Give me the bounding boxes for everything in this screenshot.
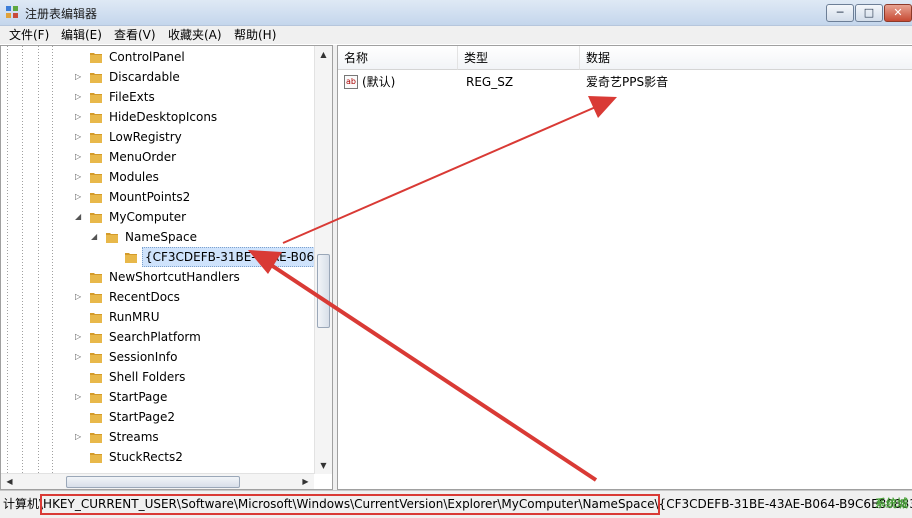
maximize-button[interactable]: □ (855, 4, 883, 22)
value-name: (默认) (362, 75, 396, 89)
close-button[interactable]: ✕ (884, 4, 912, 22)
value-row[interactable]: ab (默认) REG_SZ 爱奇艺PPS影音 (338, 71, 912, 93)
expand-arrow-icon[interactable]: ▷ (75, 327, 85, 347)
column-header-name[interactable]: 名称 (338, 46, 458, 70)
site-watermark: 系统城 (875, 497, 908, 510)
tree-item-label: MountPoints2 (109, 190, 191, 204)
tree-item-label: NameSpace (125, 230, 197, 244)
folder-icon (90, 293, 102, 303)
expand-arrow-icon[interactable]: ▷ (75, 67, 85, 87)
scroll-down-arrow-icon[interactable]: ▼ (315, 457, 332, 474)
folder-icon (90, 373, 102, 383)
expand-arrow-icon[interactable]: ▷ (75, 107, 85, 127)
tree-item-label: Shell Folders (109, 370, 186, 384)
folder-icon (125, 253, 137, 263)
title-bar: 注册表编辑器 ─ □ ✕ (0, 0, 912, 26)
menu-favorites[interactable]: 收藏夹(A) (168, 27, 222, 43)
tree-item-label: StartPage (109, 390, 168, 404)
tree-item-label: MyComputer (109, 210, 187, 224)
tree-horizontal-scrollbar[interactable]: ◀ ▶ (1, 473, 314, 489)
status-bar: 计算机\HKEY_CURRENT_USER\Software\Microsoft… (0, 490, 912, 518)
tree-item-label: MenuOrder (109, 150, 177, 164)
tree-item-label: Modules (109, 170, 159, 184)
folder-icon (90, 213, 102, 223)
folder-icon (90, 413, 102, 423)
tree-item-label: HideDesktopIcons (109, 110, 218, 124)
tree-item-label: LowRegistry (109, 130, 182, 144)
expand-arrow-icon[interactable]: ▷ (75, 147, 85, 167)
folder-icon (90, 73, 102, 83)
expand-arrow-icon[interactable]: ▷ (75, 87, 85, 107)
tree-item-label: SessionInfo (109, 350, 178, 364)
tree-item-label: SearchPlatform (109, 330, 201, 344)
folder-icon (90, 193, 102, 203)
window-title: 注册表编辑器 (25, 7, 98, 21)
regedit-icon (6, 6, 18, 18)
menu-bar: 文件(F) 编辑(E) 查看(V) 收藏夹(A) 帮助(H) (0, 26, 912, 44)
expand-arrow-icon[interactable]: ▷ (75, 187, 85, 207)
registry-tree-pane[interactable]: ControlPanel ▷ Discardable ▷ FileExts ▷ HideDe… (0, 45, 333, 490)
expand-arrow-icon[interactable]: ▷ (75, 427, 85, 447)
folder-icon (90, 333, 102, 343)
vertical-scroll-thumb[interactable] (317, 254, 330, 328)
collapse-arrow-icon[interactable]: ◢ (75, 207, 85, 227)
tree-item-label: StartPage2 (109, 410, 175, 424)
menu-edit[interactable]: 编辑(E) (61, 27, 102, 43)
tree-guide-lines (7, 46, 53, 476)
folder-icon (106, 233, 118, 243)
expand-arrow-icon[interactable]: ▷ (75, 127, 85, 147)
registry-values-pane[interactable]: 名称 类型 数据 ab (默认) REG_SZ 爱奇艺PPS影音 (337, 45, 912, 490)
menu-help[interactable]: 帮助(H) (234, 27, 276, 43)
horizontal-scroll-thumb[interactable] (66, 476, 240, 488)
folder-icon (90, 353, 102, 363)
scroll-up-arrow-icon[interactable]: ▲ (315, 46, 332, 63)
folder-icon (90, 273, 102, 283)
folder-icon (90, 453, 102, 463)
tree-item-label: ControlPanel (109, 50, 185, 64)
folder-icon (90, 313, 102, 323)
value-type: REG_SZ (466, 75, 514, 89)
value-data: 爱奇艺PPS影音 (586, 75, 669, 89)
folder-icon (90, 133, 102, 143)
menu-file[interactable]: 文件(F) (9, 27, 49, 43)
folder-icon (90, 173, 102, 183)
tree-item-label: StuckRects2 (109, 450, 183, 464)
folder-icon (90, 433, 102, 443)
column-header-data[interactable]: 数据 (580, 46, 912, 70)
tree-item-label: {CF3CDEFB-31BE-43AE-B064- (142, 247, 330, 267)
expand-arrow-icon[interactable]: ▷ (75, 287, 85, 307)
tree-item-label: Streams (109, 430, 159, 444)
tree-item-label: Discardable (109, 70, 180, 84)
minimize-button[interactable]: ─ (826, 4, 854, 22)
menu-view[interactable]: 查看(V) (114, 27, 156, 43)
expand-arrow-icon[interactable]: ▷ (75, 387, 85, 407)
scroll-right-arrow-icon[interactable]: ▶ (297, 474, 314, 489)
path-highlight-box (40, 494, 660, 515)
tree-vertical-scrollbar[interactable]: ▲ ▼ (314, 46, 332, 474)
tree-item-label: RecentDocs (109, 290, 180, 304)
column-header-type[interactable]: 类型 (458, 46, 580, 70)
folder-icon (90, 53, 102, 63)
tree-item-label: NewShortcutHandlers (109, 270, 240, 284)
expand-arrow-icon[interactable]: ▷ (75, 167, 85, 187)
scroll-left-arrow-icon[interactable]: ◀ (1, 474, 18, 489)
expand-arrow-icon[interactable]: ▷ (75, 347, 85, 367)
folder-icon (90, 113, 102, 123)
tree-item-label: FileExts (109, 90, 155, 104)
collapse-arrow-icon[interactable]: ◢ (91, 227, 101, 247)
folder-icon (90, 153, 102, 163)
string-value-icon: ab (344, 75, 358, 89)
tree-item-label: RunMRU (109, 310, 160, 324)
folder-icon (90, 93, 102, 103)
folder-icon (90, 393, 102, 403)
